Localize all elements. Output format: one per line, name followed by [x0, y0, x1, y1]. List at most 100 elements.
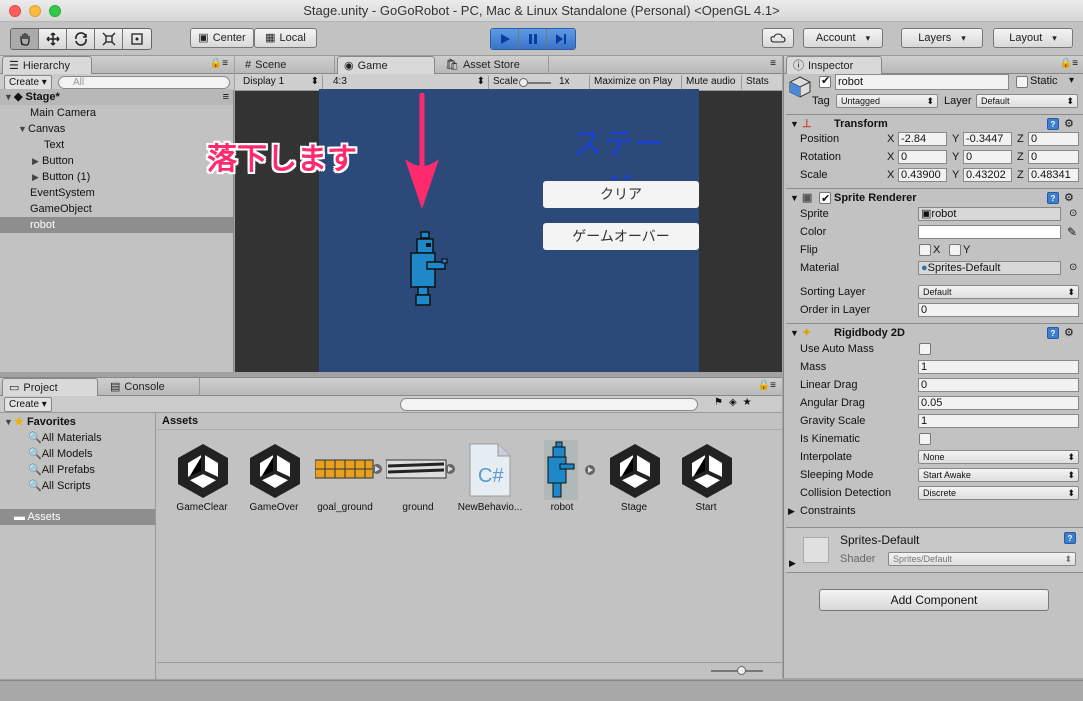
hierarchy-item-button[interactable]: ▶ Button [0, 153, 233, 169]
scale-slider[interactable] [519, 78, 551, 87]
gravity-scale-field[interactable]: 1 [918, 414, 1079, 428]
expand-icon[interactable]: ▼ [4, 89, 14, 105]
collapse-icon[interactable]: ▶ [788, 502, 795, 520]
move-tool-icon[interactable] [39, 29, 67, 49]
hierarchy-create-button[interactable]: Create ▾ [4, 75, 52, 90]
rotation-z-field[interactable]: 0 [1028, 150, 1079, 164]
active-checkbox[interactable]: ✔ [819, 75, 831, 88]
minimize-window-button[interactable] [29, 5, 41, 17]
hierarchy-item-canvas[interactable]: ▼Canvas [0, 121, 233, 137]
inspector-lock-icon[interactable]: 🔒≡ [1060, 58, 1078, 69]
collapse-icon[interactable]: ▶ [32, 153, 42, 169]
material-field[interactable]: ●Sprites-Default [918, 261, 1061, 275]
position-x-field[interactable]: -2.84 [898, 132, 947, 146]
collision-detection-dropdown[interactable]: Discrete [918, 486, 1079, 500]
favorite-all-materials[interactable]: 🔍All Materials [28, 431, 102, 444]
help-icon[interactable]: ? [1047, 327, 1059, 339]
mass-field[interactable]: 1 [918, 360, 1079, 374]
scale-x-field[interactable]: 0.43900 [898, 168, 947, 182]
interpolate-dropdown[interactable]: None [918, 450, 1079, 464]
help-icon[interactable]: ? [1047, 118, 1059, 130]
constraints-row[interactable]: ▶ Constraints [786, 502, 1083, 520]
layer-dropdown[interactable]: Default [976, 94, 1078, 108]
hierarchy-scene-row[interactable]: ▼◆ Stage* ≡ [0, 89, 233, 105]
project-create-button[interactable]: Create ▾ [4, 397, 52, 412]
flip-x-checkbox[interactable] [919, 244, 931, 256]
rotate-tool-icon[interactable] [67, 29, 95, 49]
scale-y-field[interactable]: 0.43202 [963, 168, 1012, 182]
object-picker-icon[interactable]: ⊙ [1069, 205, 1077, 223]
hand-tool-icon[interactable] [11, 29, 39, 49]
hierarchy-item-eventsystem[interactable]: EventSystem [0, 185, 233, 201]
project-lock-icon[interactable]: 🔒≡ [758, 380, 776, 391]
expand-icon[interactable]: ▼ [18, 121, 28, 137]
scene-menu-icon[interactable]: ≡ [223, 89, 229, 105]
icon-size-slider[interactable] [711, 666, 763, 675]
position-z-field[interactable]: 0 [1028, 132, 1079, 146]
tab-scene[interactable]: # Scene [239, 56, 335, 74]
is-kinematic-checkbox[interactable] [919, 433, 931, 445]
tab-inspector[interactable]: ⓘ Inspector [786, 56, 882, 74]
tab-game[interactable]: ◉ Game [337, 56, 435, 74]
shader-dropdown[interactable]: Sprites/Default [888, 552, 1076, 566]
rect-tool-icon[interactable] [123, 29, 151, 49]
angular-drag-field[interactable]: 0.05 [918, 396, 1079, 410]
scale-tool-icon[interactable] [95, 29, 123, 49]
scale-z-field[interactable]: 0.48341 [1028, 168, 1079, 182]
hierarchy-item-button-1[interactable]: ▶ Button (1) [0, 169, 233, 185]
favorite-all-models[interactable]: 🔍All Models [28, 447, 92, 460]
tab-console[interactable]: ▤ Console [104, 378, 200, 396]
collapse-icon[interactable]: ▶ [32, 169, 42, 185]
tag-dropdown[interactable]: Untagged [836, 94, 938, 108]
tab-asset-store[interactable]: 🛍 Asset Store [439, 56, 549, 74]
position-y-field[interactable]: -0.3447 [963, 132, 1012, 146]
linear-drag-field[interactable]: 0 [918, 378, 1079, 392]
maximize-on-play-toggle[interactable]: Maximize on Play [589, 75, 676, 90]
project-search-input[interactable] [400, 398, 698, 411]
zoom-window-button[interactable] [49, 5, 61, 17]
mute-audio-toggle[interactable]: Mute audio [681, 75, 739, 90]
hierarchy-item-robot[interactable]: robot [0, 217, 233, 233]
aspect-dropdown[interactable]: 4:3 ⬍ [329, 75, 489, 90]
help-icon[interactable]: ? [1064, 532, 1076, 544]
sprite-renderer-header[interactable]: ▼ ▣ ✔ Sprite Renderer ? ⚙ [786, 188, 1083, 206]
rigidbody-header[interactable]: ▼ ✦ Rigidbody 2D ? ⚙ [786, 323, 1083, 341]
pause-button[interactable] [519, 29, 547, 49]
hierarchy-item-main-camera[interactable]: Main Camera [0, 105, 233, 121]
layout-dropdown[interactable]: Layout [993, 28, 1073, 48]
close-window-button[interactable] [9, 5, 21, 17]
account-dropdown[interactable]: Account [803, 28, 883, 48]
use-auto-mass-checkbox[interactable] [919, 343, 931, 355]
tab-project[interactable]: ▭ Project [2, 378, 98, 396]
pivot-center-button[interactable]: ▣ Center [190, 28, 254, 48]
order-in-layer-field[interactable]: 0 [918, 303, 1079, 317]
stats-toggle[interactable]: Stats [741, 75, 773, 90]
static-dropdown-icon[interactable]: ▾ [1069, 75, 1074, 86]
object-picker-icon[interactable]: ⊙ [1069, 259, 1077, 277]
favorite-all-scripts[interactable]: 🔍All Scripts [28, 479, 91, 492]
sprite-renderer-enabled-checkbox[interactable]: ✔ [819, 192, 831, 205]
add-component-button[interactable]: Add Component [819, 589, 1049, 611]
clear-button[interactable]: クリア [543, 181, 699, 208]
layers-dropdown[interactable]: Layers [901, 28, 983, 48]
static-checkbox[interactable] [1016, 76, 1028, 88]
play-button[interactable] [491, 29, 519, 49]
hierarchy-item-text[interactable]: Text [0, 137, 233, 153]
favorite-all-prefabs[interactable]: 🔍All Prefabs [28, 463, 95, 476]
color-swatch[interactable] [918, 225, 1061, 239]
sprite-field[interactable]: ▣robot [918, 207, 1061, 221]
flip-y-checkbox[interactable] [949, 244, 961, 256]
lock-icon[interactable]: 🔒≡ [210, 58, 228, 69]
collapse-icon[interactable]: ▶ [789, 558, 796, 569]
sorting-layer-dropdown[interactable]: Default [918, 285, 1079, 299]
panel-menu-icon[interactable]: ≡ [770, 58, 776, 69]
cloud-button[interactable] [762, 28, 794, 48]
sleeping-mode-dropdown[interactable]: Start Awake [918, 468, 1079, 482]
hierarchy-search-input[interactable]: All [58, 76, 230, 89]
help-icon[interactable]: ? [1047, 192, 1059, 204]
rotation-x-field[interactable]: 0 [898, 150, 947, 164]
step-button[interactable] [547, 29, 575, 49]
eyedropper-icon[interactable]: ✎ [1067, 223, 1077, 241]
expand-icon[interactable]: ▼ [4, 417, 14, 427]
object-name-input[interactable]: robot [835, 74, 1009, 90]
